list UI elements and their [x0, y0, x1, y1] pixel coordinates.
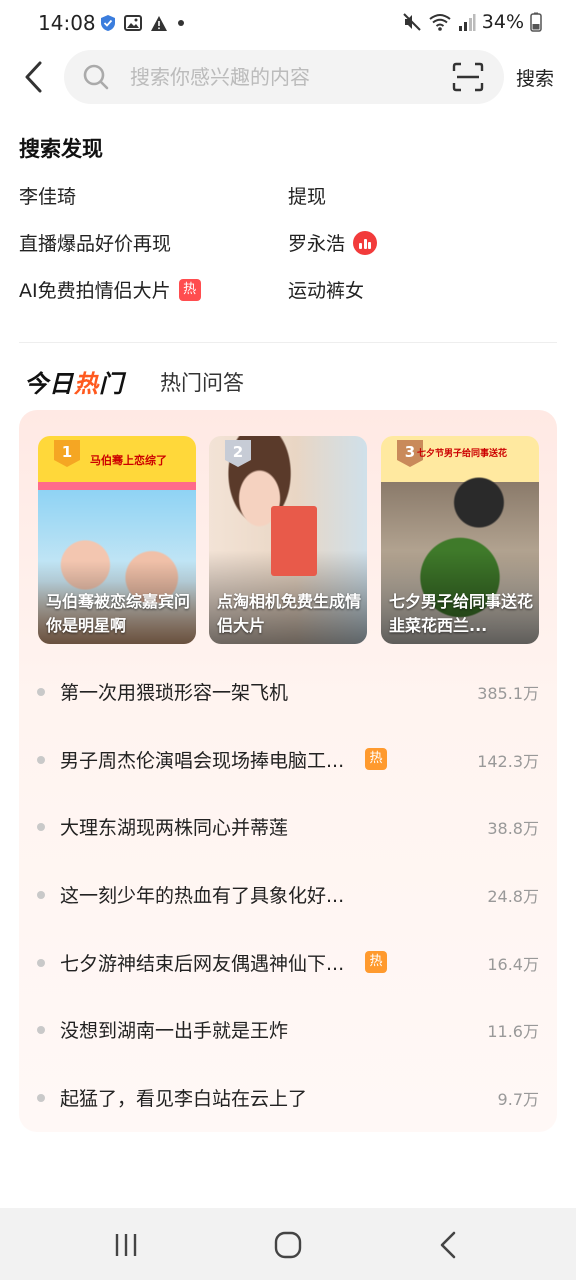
hot-list-item[interactable]: 男子周杰伦演唱会现场捧电脑工... 热 142.3万 [19, 726, 557, 794]
card-top-text: 马伯骞上恋综了 [90, 454, 167, 467]
discovery-item-label: 直播爆品好价再现 [19, 233, 172, 255]
card-title: 七夕男子给同事送花韭菜花西兰... [389, 592, 534, 635]
system-nav-bar [0, 1208, 576, 1280]
mute-icon [403, 13, 421, 31]
hot-item-count: 16.4万 [487, 954, 539, 974]
hot-list-item[interactable]: 七夕游神结束后网友偶遇神仙下... 热 16.4万 [19, 929, 557, 997]
rank-badge-icon: 1 [54, 440, 80, 467]
card-top-text: 七夕节男子给同事送花 [417, 449, 508, 459]
card-title: 马伯骞被恋综嘉宾问你是明星啊 [46, 592, 191, 635]
hot-list-item[interactable]: 起猛了，看见李白站在云上了 9.7万 [19, 1064, 557, 1132]
hot-item-count: 11.6万 [487, 1022, 539, 1042]
search-page: 14:08 34% 搜索 搜索发现 李佳琦 提现 直播爆品好价再现 罗永浩 [0, 0, 576, 1280]
card-title: 点淘相机免费生成情侣大片 [217, 592, 362, 635]
rank-number: 3 [405, 443, 415, 461]
tab-today-hot-label: 今日 [24, 370, 74, 398]
hot-card[interactable]: 1 马伯骞上恋综了 马伯骞被恋综嘉宾问你是明星啊 [38, 436, 196, 644]
battery-icon [530, 12, 542, 32]
bullet-dot [37, 1094, 45, 1103]
hot-list-item[interactable]: 大理东湖现两株同心并蒂莲 38.8万 [19, 793, 557, 861]
hot-tag: 热 [365, 950, 387, 973]
tab-today-hot-accent: 热 [74, 370, 99, 398]
hot-card[interactable]: 3 七夕节男子给同事送花 七夕男子给同事送花韭菜花西兰... [381, 436, 539, 644]
hot-panel: 1 马伯骞上恋综了 马伯骞被恋综嘉宾问你是明星啊 2 点淘相机免费生成情侣大片 … [19, 410, 557, 1132]
hot-item-title: 没想到湖南一出手就是王炸 [60, 1020, 289, 1043]
discovery-item-label: 运动裤女 [288, 280, 365, 302]
status-bar: 14:08 34% [0, 0, 576, 48]
tab-today-hot[interactable]: 今日热门 [24, 364, 124, 399]
discovery-item[interactable]: 提现 [288, 182, 326, 209]
discovery-item-label: AI免费拍情侣大片 [19, 280, 171, 302]
warning-icon [151, 15, 167, 31]
tab-hot-qa[interactable]: 热门问答 [160, 367, 244, 397]
search-box[interactable] [64, 50, 504, 104]
discovery-item[interactable]: 直播爆品好价再现 [19, 229, 171, 256]
hot-list-item[interactable]: 这一刻少年的热血有了具象化好... 24.8万 [19, 861, 557, 929]
hot-item-title: 大理东湖现两株同心并蒂莲 [60, 817, 289, 840]
search-input[interactable] [130, 50, 430, 104]
hot-item-title: 第一次用猥琐形容一架飞机 [60, 682, 289, 704]
divider [19, 342, 557, 343]
bullet-dot [37, 958, 45, 967]
hot-item-title: 男子周杰伦演唱会现场捧电脑工... [60, 749, 345, 772]
recent-apps-icon[interactable] [106, 1230, 146, 1260]
battery-percent: 34% [481, 11, 524, 33]
hot-tag: 热 [365, 747, 387, 770]
discovery-item[interactable]: AI免费拍情侣大片 热 [19, 276, 201, 303]
hot-item-count: 385.1万 [477, 684, 539, 703]
wifi-icon [429, 14, 451, 31]
discovery-item[interactable]: 李佳琦 [19, 182, 76, 209]
tab-today-hot-label-end: 门 [99, 370, 124, 398]
discovery-title: 搜索发现 [19, 137, 103, 161]
hot-item-title: 起猛了，看见李白站在云上了 [60, 1088, 308, 1111]
status-right: 34% [402, 11, 542, 33]
bullet-dot [37, 823, 45, 832]
rank-number: 1 [62, 443, 72, 461]
hot-list: 第一次用猥琐形容一架飞机 385.1万 男子周杰伦演唱会现场捧电脑工... 热 … [19, 658, 557, 1132]
discovery-item-label: 罗永浩 [288, 233, 346, 255]
search-button[interactable]: 搜索 [516, 64, 554, 91]
status-left-icons [100, 14, 186, 32]
rank-badge-icon: 2 [225, 440, 251, 467]
card-poster-image [271, 506, 317, 576]
bullet-dot [37, 688, 45, 696]
rank-number: 2 [233, 443, 243, 461]
shield-icon [101, 15, 115, 31]
hot-list-item[interactable]: 没想到湖南一出手就是王炸 11.6万 [19, 996, 557, 1064]
hot-item-title: 七夕游神结束后网友偶遇神仙下... [60, 952, 345, 975]
back-button[interactable] [20, 60, 50, 94]
hot-item-count: 142.3万 [477, 751, 539, 771]
status-time: 14:08 [38, 11, 96, 35]
hot-item-count: 24.8万 [487, 887, 539, 907]
hot-item-count: 38.8万 [487, 819, 539, 839]
discovery-item-label: 提现 [288, 186, 327, 208]
live-badge-icon [353, 230, 378, 255]
home-icon[interactable] [268, 1230, 308, 1260]
hot-list-item[interactable]: 第一次用猥琐形容一架飞机 385.1万 [19, 658, 557, 726]
image-icon [124, 15, 142, 31]
discovery-item[interactable]: 运动裤女 [288, 276, 364, 303]
back-nav-icon[interactable] [428, 1230, 468, 1260]
hot-badge: 热 [178, 278, 201, 301]
bullet-dot [37, 755, 45, 764]
search-icon [83, 64, 109, 90]
scan-icon[interactable] [452, 62, 484, 92]
hot-item-title: 这一刻少年的热血有了具象化好... [60, 885, 345, 908]
signal-icon [458, 14, 476, 31]
bullet-dot [37, 891, 45, 900]
discovery-item[interactable]: 罗永浩 [288, 229, 378, 256]
dot-icon [178, 20, 184, 26]
bullet-dot [37, 1026, 45, 1035]
hot-item-count: 9.7万 [497, 1090, 539, 1110]
discovery-item-label: 李佳琦 [19, 186, 77, 208]
hot-card[interactable]: 2 点淘相机免费生成情侣大片 [209, 436, 367, 644]
